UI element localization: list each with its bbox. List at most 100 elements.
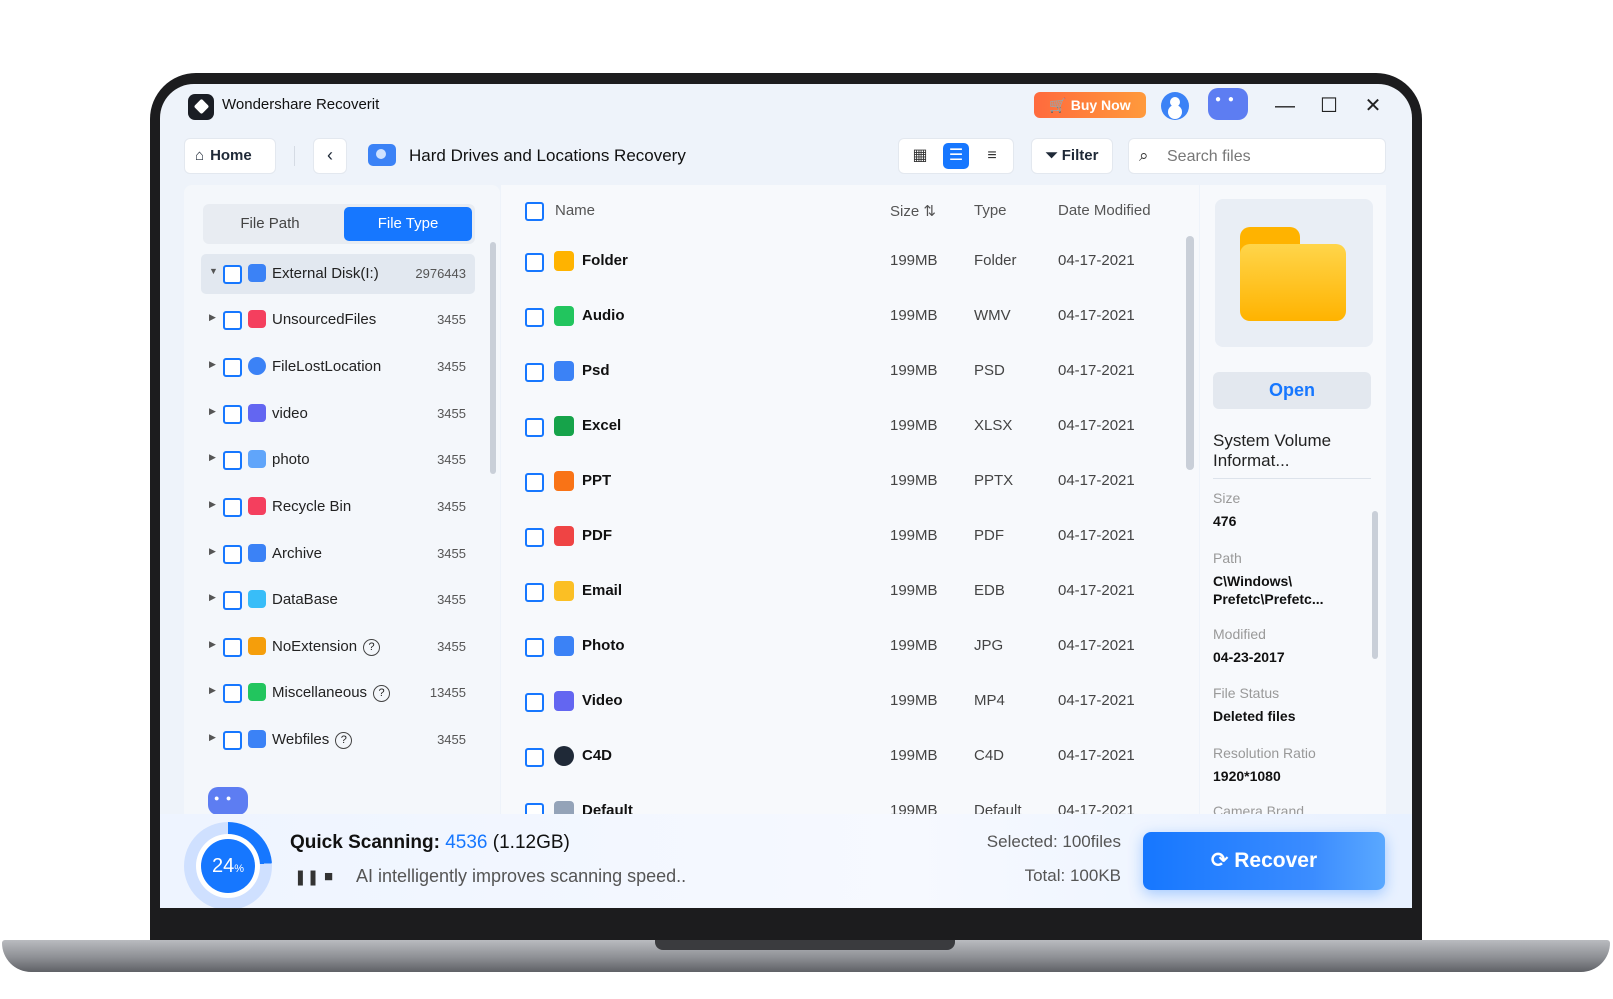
- tree-label: FileLostLocation: [272, 358, 382, 375]
- tree-item[interactable]: ▶ NoExtension? 3455: [201, 627, 475, 667]
- help-icon[interactable]: ?: [363, 639, 381, 656]
- tab-file-path[interactable]: File Path: [206, 207, 334, 241]
- buy-now-button[interactable]: 🛒 Buy Now: [1034, 92, 1146, 118]
- expand-arrow-icon[interactable]: ▼: [209, 266, 218, 276]
- file-name: Excel: [582, 417, 622, 434]
- tree-item[interactable]: ▶ Archive 3455: [201, 534, 475, 574]
- row-checkbox[interactable]: [525, 748, 544, 767]
- file-row[interactable]: Audio 199MB WMV 04-17-2021: [501, 289, 1191, 344]
- tab-file-type[interactable]: File Type: [344, 207, 472, 241]
- maximize-icon[interactable]: ☐: [1314, 92, 1344, 120]
- tree-checkbox[interactable]: [223, 684, 242, 703]
- recover-button[interactable]: ⟳ Recover: [1143, 832, 1385, 890]
- file-row[interactable]: Folder 199MB Folder 04-17-2021: [501, 234, 1191, 289]
- tree-item[interactable]: ▶ photo 3455: [201, 440, 475, 480]
- tree-checkbox[interactable]: [223, 731, 242, 750]
- tree-item[interactable]: ▶ Miscellaneous? 13455: [201, 673, 475, 713]
- expand-arrow-icon[interactable]: ▶: [209, 732, 216, 743]
- user-avatar-icon[interactable]: [1161, 92, 1189, 120]
- ai-robot-icon[interactable]: [208, 787, 248, 815]
- expand-arrow-icon[interactable]: ▶: [209, 592, 216, 603]
- open-button[interactable]: Open: [1213, 372, 1371, 409]
- row-checkbox[interactable]: [525, 473, 544, 492]
- expand-arrow-icon[interactable]: ▶: [209, 406, 216, 417]
- tree-item[interactable]: ▶ Webfiles? 3455: [201, 720, 475, 760]
- column-name[interactable]: Name: [555, 202, 595, 219]
- filter-button[interactable]: ⏷ Filter: [1031, 138, 1113, 174]
- tree-item[interactable]: ▶ video 3455: [201, 394, 475, 434]
- select-all-checkbox[interactable]: [525, 202, 544, 221]
- column-type[interactable]: Type: [974, 202, 1007, 219]
- miscellaneous-icon: [248, 683, 266, 701]
- column-size[interactable]: Size ⇅: [890, 202, 936, 220]
- file-name: Psd: [582, 362, 610, 379]
- back-button[interactable]: ‹: [313, 138, 347, 174]
- list-view-icon[interactable]: ≡: [979, 143, 1005, 169]
- file-row[interactable]: PPT 199MB PPTX 04-17-2021: [501, 454, 1191, 509]
- tree-label: Miscellaneous?: [272, 684, 391, 702]
- file-row[interactable]: Psd 199MB PSD 04-17-2021: [501, 344, 1191, 399]
- grid-view-icon[interactable]: ▦: [907, 143, 933, 169]
- tree-checkbox[interactable]: [223, 591, 242, 610]
- tree-checkbox[interactable]: [223, 405, 242, 424]
- tree-checkbox[interactable]: [223, 265, 242, 284]
- row-checkbox[interactable]: [525, 638, 544, 657]
- row-checkbox[interactable]: [525, 363, 544, 382]
- tree-checkbox[interactable]: [223, 451, 242, 470]
- stop-icon[interactable]: ■: [324, 868, 333, 885]
- tree-tabs: File Path File Type: [203, 204, 475, 244]
- tree-label: Recycle Bin: [272, 498, 352, 515]
- recycle-bin-icon: [248, 497, 266, 515]
- app-window: Wondershare Recoverit 🛒 Buy Now — ☐ ✕ ⌂H…: [160, 84, 1412, 908]
- tree-item[interactable]: ▶ FileLostLocation 3455: [201, 347, 475, 387]
- help-icon[interactable]: ?: [373, 685, 391, 702]
- file-row[interactable]: Video 199MB MP4 04-17-2021: [501, 674, 1191, 729]
- expand-arrow-icon[interactable]: ▶: [209, 639, 216, 650]
- tree-checkbox[interactable]: [223, 358, 242, 377]
- row-checkbox[interactable]: [525, 693, 544, 712]
- tree-item[interactable]: ▼ External Disk(I:) 2976443: [201, 254, 475, 294]
- close-icon[interactable]: ✕: [1358, 92, 1388, 120]
- row-checkbox[interactable]: [525, 583, 544, 602]
- expand-arrow-icon[interactable]: ▶: [209, 452, 216, 463]
- tree-item[interactable]: ▶ UnsourcedFiles 3455: [201, 300, 475, 340]
- expand-arrow-icon[interactable]: ▶: [209, 359, 216, 370]
- file-name: Email: [582, 582, 623, 599]
- file-size: 199MB: [890, 252, 938, 269]
- ai-assistant-icon[interactable]: [1208, 88, 1248, 120]
- file-list-scrollbar[interactable]: [1186, 236, 1194, 470]
- row-checkbox[interactable]: [525, 418, 544, 437]
- expand-arrow-icon[interactable]: ▶: [209, 546, 216, 557]
- detail-size-label: Size: [1213, 490, 1241, 506]
- tree-item[interactable]: ▶ Recycle Bin 3455: [201, 487, 475, 527]
- file-name: PPT: [582, 472, 612, 489]
- pause-icon[interactable]: ❚❚: [294, 868, 319, 886]
- file-row[interactable]: Photo 199MB JPG 04-17-2021: [501, 619, 1191, 674]
- detail-resolution-value: 1920*1080: [1213, 768, 1281, 784]
- expand-arrow-icon[interactable]: ▶: [209, 499, 216, 510]
- row-checkbox[interactable]: [525, 308, 544, 327]
- expand-arrow-icon[interactable]: ▶: [209, 312, 216, 323]
- tree-label: External Disk(I:): [272, 265, 379, 282]
- detail-view-icon[interactable]: ☰: [943, 143, 969, 169]
- expand-arrow-icon[interactable]: ▶: [209, 685, 216, 696]
- tree-checkbox[interactable]: [223, 311, 242, 330]
- minimize-icon[interactable]: —: [1270, 92, 1300, 120]
- row-checkbox[interactable]: [525, 253, 544, 272]
- home-button[interactable]: ⌂ Home: [184, 138, 276, 174]
- search-input[interactable]: [1165, 145, 1369, 169]
- tree-scrollbar[interactable]: [490, 242, 496, 474]
- file-row[interactable]: Email 199MB EDB 04-17-2021: [501, 564, 1191, 619]
- column-date-modified[interactable]: Date Modified: [1058, 202, 1151, 219]
- help-icon[interactable]: ?: [335, 732, 353, 749]
- details-scrollbar[interactable]: [1372, 511, 1378, 659]
- tree-item[interactable]: ▶ DataBase 3455: [201, 580, 475, 620]
- file-row[interactable]: Excel 199MB XLSX 04-17-2021: [501, 399, 1191, 454]
- row-checkbox[interactable]: [525, 528, 544, 547]
- file-name: Audio: [582, 307, 625, 324]
- tree-checkbox[interactable]: [223, 545, 242, 564]
- tree-checkbox[interactable]: [223, 498, 242, 517]
- file-row[interactable]: PDF 199MB PDF 04-17-2021: [501, 509, 1191, 564]
- file-row[interactable]: C4D 199MB C4D 04-17-2021: [501, 729, 1191, 784]
- tree-checkbox[interactable]: [223, 638, 242, 657]
